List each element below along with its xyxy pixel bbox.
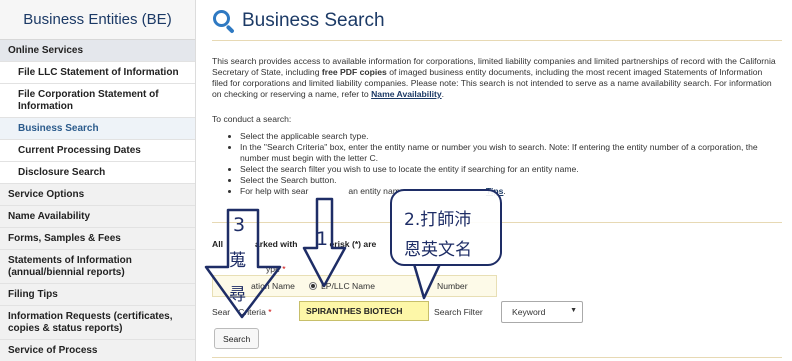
annotation-bubble-step2: 2.打師沛 恩英文名 [390, 189, 502, 266]
sidebar-item-label: Service of Process [8, 344, 98, 356]
page-header: Business Search [212, 6, 385, 36]
sidebar-item-label: Service Options [8, 188, 85, 200]
sidebar-item-file-llc-statement-of-information[interactable]: File LLC Statement of Information [0, 62, 195, 84]
search-icon [212, 9, 236, 34]
sidebar-item-label: Information Requests (certificates, copi… [8, 310, 173, 334]
intro-text-3: . [441, 89, 444, 99]
annotation-step2-line1: 2.打師沛 [404, 210, 472, 230]
sidebar-item-name-availability[interactable]: Name Availability [0, 206, 195, 228]
search-filter-select[interactable]: Keyword ▼ [501, 301, 583, 323]
sidebar-item-current-processing-dates[interactable]: Current Processing Dates [0, 140, 195, 162]
sidebar-item-online-services[interactable]: Online Services [0, 40, 195, 62]
sidebar-item-service-of-process[interactable]: Service of Process [0, 340, 195, 361]
sidebar-item-filing-tips[interactable]: Filing Tips [0, 284, 195, 306]
conduct-label: To conduct a search: [212, 114, 292, 124]
sidebar-item-label: Forms, Samples & Fees [8, 232, 121, 244]
sidebar-item-forms-samples-fees[interactable]: Forms, Samples & Fees [0, 228, 195, 250]
header-divider [212, 40, 782, 41]
sidebar-title: Business Entities (BE) [0, 0, 195, 40]
search-filter-label: Search Filter [434, 307, 483, 317]
instruction-step: In the "Search Criteria" box, enter the … [240, 142, 778, 164]
annotation-step1-number: 1 [316, 228, 329, 250]
search-button[interactable]: Search [214, 328, 260, 349]
sidebar-item-information-requests-certificates-copies-status-reports[interactable]: Information Requests (certificates, copi… [0, 306, 195, 340]
sidebar: Business Entities (BE) Online Services Fi… [0, 0, 196, 361]
search-criteria-input[interactable] [299, 301, 429, 321]
annotation-step2-line2: 恩英文名 [404, 240, 472, 260]
sidebar-item-file-corporation-statement-of-information[interactable]: File Corporation Statement of Informatio… [0, 84, 195, 118]
sidebar-item-label: Current Processing Dates [18, 144, 141, 156]
sidebar-nav: Online Services File LLC Statement of Inf… [0, 40, 195, 361]
sidebar-item-disclosure-search[interactable]: Disclosure Search [0, 162, 195, 184]
bottom-divider [212, 357, 782, 358]
instruction-step: Select the search filter you wish to use… [240, 164, 778, 175]
annotation-step3-number: 3 [233, 214, 246, 236]
page-title: Business Search [242, 10, 385, 31]
sidebar-item-statements-of-information-annual-biennial-reports[interactable]: Statements of Information (annual/bienni… [0, 250, 195, 284]
main-content: Business Search This search provides acc… [212, 0, 782, 361]
sidebar-item-business-search[interactable]: Business Search [0, 118, 195, 140]
instruction-step: Select the applicable search type. [240, 131, 778, 142]
sidebar-item-label: Online Services [8, 44, 84, 56]
sidebar-item-service-options[interactable]: Service Options [0, 184, 195, 206]
sidebar-item-label: Filing Tips [8, 288, 58, 300]
annotation-step3-char-2: 尋 [229, 285, 246, 305]
instruction-step: Select the Search button. [240, 175, 778, 186]
sidebar-item-label: Business Search [18, 122, 99, 134]
sidebar-item-label: File LLC Statement of Information [18, 66, 179, 78]
sidebar-item-label: Name Availability [8, 210, 91, 222]
chevron-down-icon: ▼ [570, 307, 577, 314]
intro-bold-text: free PDF copies [321, 67, 387, 77]
sidebar-item-label: File Corporation Statement of Informatio… [18, 88, 159, 112]
intro-paragraph: This search provides access to available… [212, 56, 778, 100]
sidebar-item-label: Disclosure Search [18, 166, 106, 178]
sidebar-item-label: Statements of Information (annual/bienni… [8, 254, 132, 278]
instruction-list: Select the applicable search type. In th… [228, 131, 778, 197]
name-availability-link[interactable]: Name Availability [371, 89, 442, 99]
annotation-bubble-tail [412, 263, 442, 300]
annotation-step3-char-1: 蒐 [229, 251, 246, 271]
